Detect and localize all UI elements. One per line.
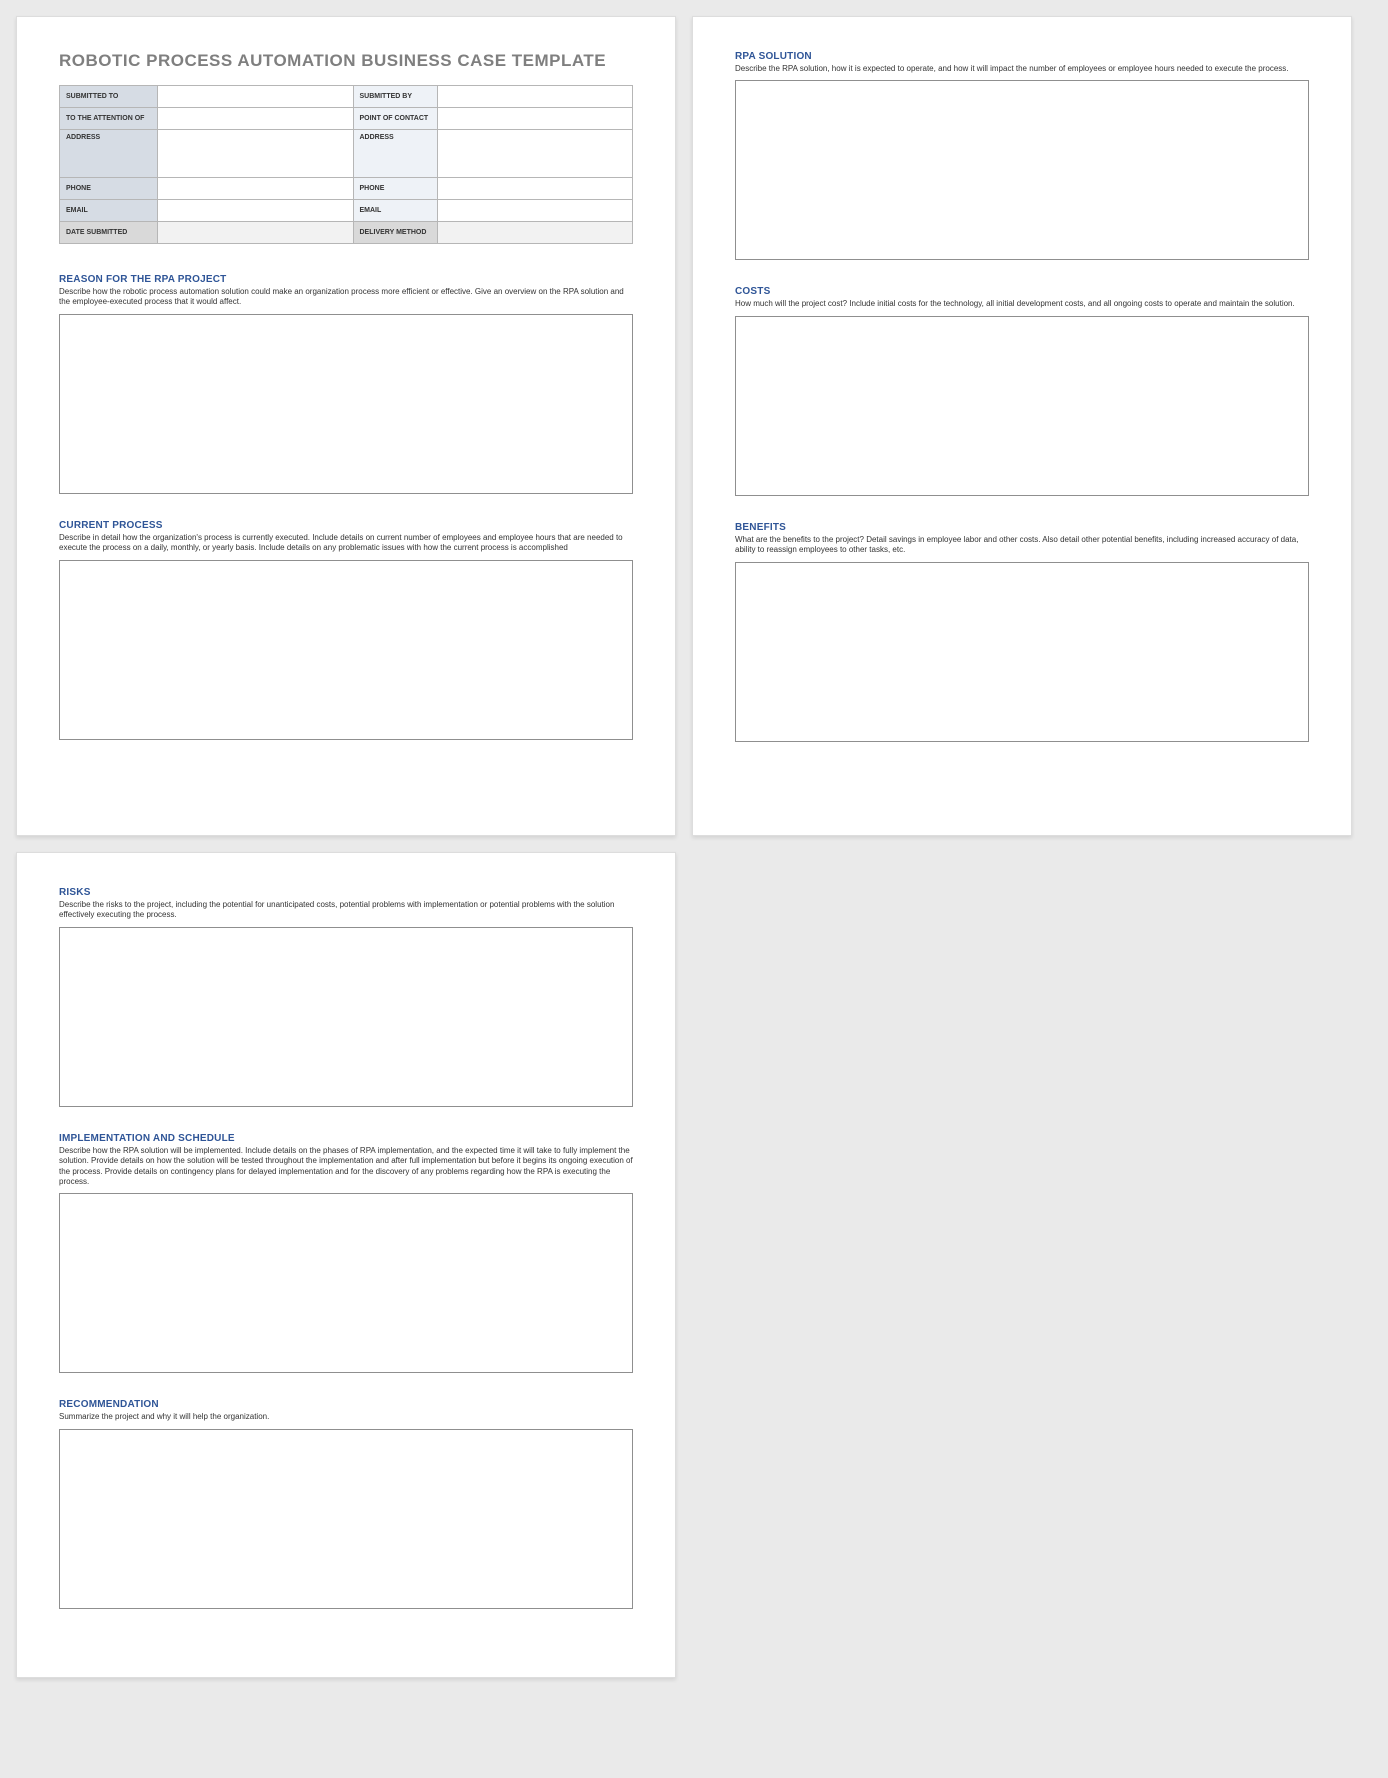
value-address-a[interactable] bbox=[158, 130, 354, 178]
section-costs: COSTS How much will the project cost? In… bbox=[735, 286, 1309, 495]
section-title: CURRENT PROCESS bbox=[59, 520, 633, 531]
entry-costs[interactable] bbox=[735, 316, 1309, 496]
value-date-submitted[interactable] bbox=[158, 222, 354, 244]
page-2: RPA SOLUTION Describe the RPA solution, … bbox=[692, 16, 1352, 836]
document-pages: ROBOTIC PROCESS AUTOMATION BUSINESS CASE… bbox=[16, 16, 1372, 1678]
label-poc: POINT OF CONTACT bbox=[353, 108, 437, 130]
section-desc: How much will the project cost? Include … bbox=[735, 299, 1309, 309]
row-attention: TO THE ATTENTION OF POINT OF CONTACT bbox=[60, 108, 633, 130]
section-desc: Describe in detail how the organization'… bbox=[59, 533, 633, 554]
row-phone: PHONE PHONE bbox=[60, 178, 633, 200]
entry-current[interactable] bbox=[59, 560, 633, 740]
label-submitted-to: SUBMITTED TO bbox=[60, 86, 158, 108]
section-rec: RECOMMENDATION Summarize the project and… bbox=[59, 1399, 633, 1608]
value-attention[interactable] bbox=[158, 108, 354, 130]
label-submitted-by: SUBMITTED BY bbox=[353, 86, 437, 108]
value-address-b[interactable] bbox=[437, 130, 633, 178]
value-email-a[interactable] bbox=[158, 200, 354, 222]
row-address: ADDRESS ADDRESS bbox=[60, 130, 633, 178]
section-title: RPA SOLUTION bbox=[735, 51, 1309, 62]
label-attention: TO THE ATTENTION OF bbox=[60, 108, 158, 130]
section-reason: REASON FOR THE RPA PROJECT Describe how … bbox=[59, 274, 633, 494]
label-email-a: EMAIL bbox=[60, 200, 158, 222]
row-submitted: SUBMITTED TO SUBMITTED BY bbox=[60, 86, 633, 108]
section-desc: Describe how the RPA solution will be im… bbox=[59, 1146, 633, 1188]
section-title: COSTS bbox=[735, 286, 1309, 297]
entry-solution[interactable] bbox=[735, 80, 1309, 260]
label-address-a: ADDRESS bbox=[60, 130, 158, 178]
value-submitted-by[interactable] bbox=[437, 86, 633, 108]
label-phone-b: PHONE bbox=[353, 178, 437, 200]
section-desc: Describe the risks to the project, inclu… bbox=[59, 900, 633, 921]
header-table: SUBMITTED TO SUBMITTED BY TO THE ATTENTI… bbox=[59, 85, 633, 244]
section-solution: RPA SOLUTION Describe the RPA solution, … bbox=[735, 51, 1309, 260]
value-phone-a[interactable] bbox=[158, 178, 354, 200]
section-title: IMPLEMENTATION AND SCHEDULE bbox=[59, 1133, 633, 1144]
label-delivery-method: DELIVERY METHOD bbox=[353, 222, 437, 244]
entry-benefits[interactable] bbox=[735, 562, 1309, 742]
section-desc: Describe the RPA solution, how it is exp… bbox=[735, 64, 1309, 74]
section-title: BENEFITS bbox=[735, 522, 1309, 533]
entry-impl[interactable] bbox=[59, 1193, 633, 1373]
section-title: RECOMMENDATION bbox=[59, 1399, 633, 1410]
label-address-b: ADDRESS bbox=[353, 130, 437, 178]
section-benefits: BENEFITS What are the benefits to the pr… bbox=[735, 522, 1309, 742]
value-submitted-to[interactable] bbox=[158, 86, 354, 108]
section-desc: Describe how the robotic process automat… bbox=[59, 287, 633, 308]
section-desc: What are the benefits to the project? De… bbox=[735, 535, 1309, 556]
row-date-delivery: DATE SUBMITTED DELIVERY METHOD bbox=[60, 222, 633, 244]
entry-risks[interactable] bbox=[59, 927, 633, 1107]
section-current: CURRENT PROCESS Describe in detail how t… bbox=[59, 520, 633, 740]
page-3: RISKS Describe the risks to the project,… bbox=[16, 852, 676, 1678]
entry-reason[interactable] bbox=[59, 314, 633, 494]
document-title: ROBOTIC PROCESS AUTOMATION BUSINESS CASE… bbox=[59, 51, 633, 71]
page-1: ROBOTIC PROCESS AUTOMATION BUSINESS CASE… bbox=[16, 16, 676, 836]
label-date-submitted: DATE SUBMITTED bbox=[60, 222, 158, 244]
section-impl: IMPLEMENTATION AND SCHEDULE Describe how… bbox=[59, 1133, 633, 1374]
value-phone-b[interactable] bbox=[437, 178, 633, 200]
label-email-b: EMAIL bbox=[353, 200, 437, 222]
label-phone-a: PHONE bbox=[60, 178, 158, 200]
section-desc: Summarize the project and why it will he… bbox=[59, 1412, 633, 1422]
section-risks: RISKS Describe the risks to the project,… bbox=[59, 887, 633, 1107]
value-delivery-method[interactable] bbox=[437, 222, 633, 244]
value-poc[interactable] bbox=[437, 108, 633, 130]
row-email: EMAIL EMAIL bbox=[60, 200, 633, 222]
section-title: RISKS bbox=[59, 887, 633, 898]
entry-rec[interactable] bbox=[59, 1429, 633, 1609]
section-title: REASON FOR THE RPA PROJECT bbox=[59, 274, 633, 285]
value-email-b[interactable] bbox=[437, 200, 633, 222]
